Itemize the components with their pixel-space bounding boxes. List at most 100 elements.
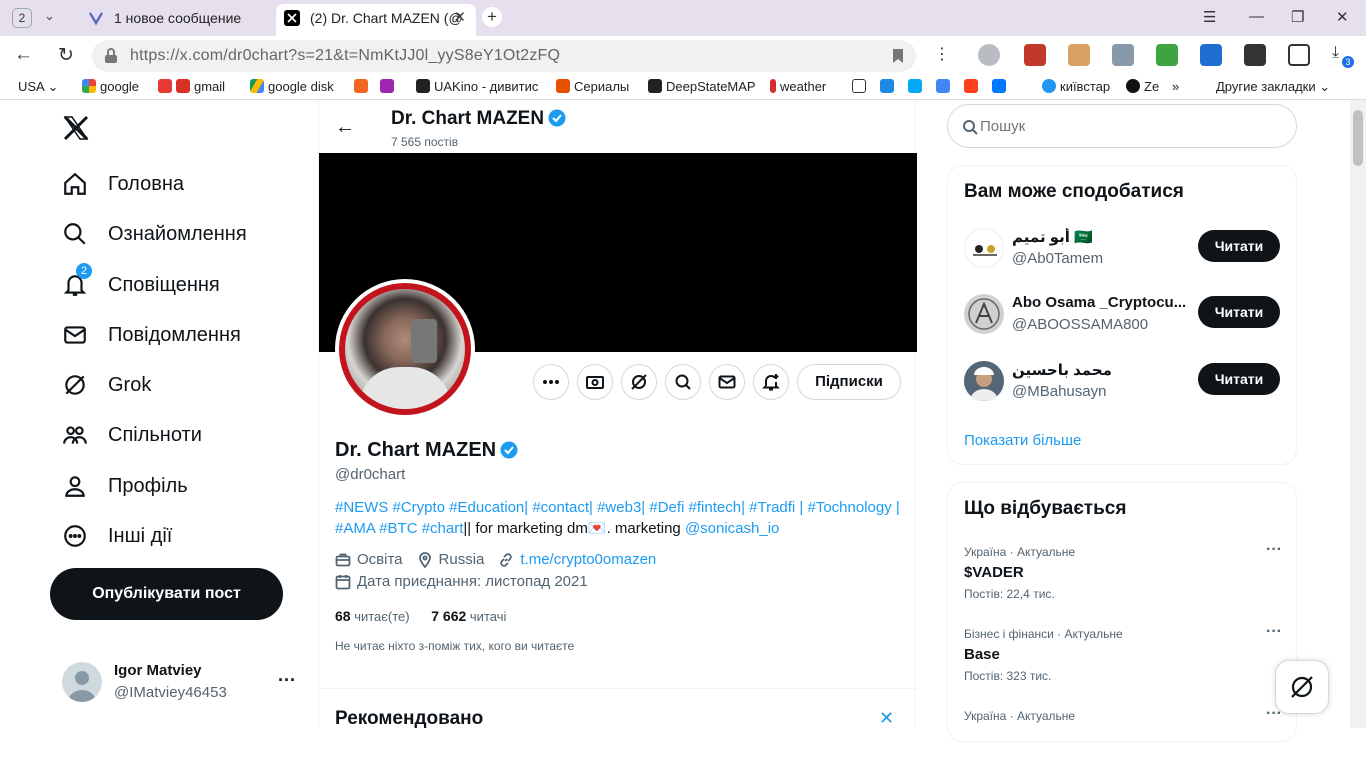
tab-count-button[interactable]: 2 [12,8,32,28]
tab-messages[interactable]: 1 новое сообщение [80,4,270,36]
vpn-extension-icon[interactable] [1200,44,1222,66]
suggestion-item[interactable]: Abo Osama _Cryptocu... @ABOOSSAMA800 Чит… [964,290,1282,338]
bio-hashtags[interactable]: #NEWS #Crypto #Education| #contact| #web… [335,499,900,516]
bookmark-other[interactable]: Другие закладки ⌄ [1216,79,1330,95]
ublock-extension-icon[interactable] [1024,44,1046,66]
back-arrow-icon[interactable]: ← [335,116,355,139]
bookmark-google[interactable]: google [82,79,139,94]
suggestion-name: Abo Osama _Cryptocu... [1012,294,1187,311]
serials-icon [556,79,570,93]
browser-nav-bar: ← ↻ https://x.com/dr0chart?s=21&t=NmKtJJ… [0,36,1366,76]
scrollbar-thumb[interactable] [1353,110,1363,166]
tab-close-icon[interactable]: ✕ [453,4,466,32]
bookmark-google-disk[interactable]: google disk [250,79,334,94]
trend-name: $VADER [964,564,1024,581]
youtube-icon [158,79,172,93]
bookmark-uakino[interactable]: UAKino - дивитис [416,79,538,94]
nav-more[interactable]: Інші дії [62,516,172,556]
puzzle-extension-icon[interactable] [1244,44,1266,66]
trend-item[interactable]: Бізнес і фінанси · Актуальне Base Постів… [964,623,1282,697]
close-icon[interactable]: ✕ [879,708,894,729]
message-button[interactable] [709,364,745,400]
search-icon [64,223,86,245]
bookmark-kyivstar[interactable]: київстар [1042,79,1110,94]
nav-messages[interactable]: Повідомлення [62,315,241,355]
tab-list-chevron-icon[interactable]: ⌄ [44,8,55,24]
nav-communities[interactable]: Спільноти [62,415,202,455]
followers-link[interactable]: 7 662 читачі [431,608,506,624]
bio-mention[interactable]: @sonicash_io [685,520,779,537]
bio-text: || for marketing dm💌. marketing [463,520,685,537]
x-logo-icon[interactable] [62,114,90,142]
cookie-extension-icon[interactable] [1068,44,1090,66]
account-switcher[interactable]: Igor Matviey @IMatviey46453 ··· [62,658,302,706]
trend-item[interactable]: Україна · Актуальне $VADER Постів: 22,4 … [964,541,1282,615]
bookmark-deepstate[interactable]: DeepStateMAP [648,79,756,94]
trend-more-icon[interactable]: ··· [1266,623,1282,641]
save-extension-icon[interactable] [1112,44,1134,66]
follow-button[interactable]: Читати [1198,363,1280,395]
subscribe-money-button[interactable] [577,364,613,400]
suggestion-item[interactable]: محمد باحسين @MBahusayn Читати [964,357,1282,405]
grok-floating-button[interactable] [1275,660,1329,714]
profile-main-column: ← Dr. Chart MAZEN 7 565 постів Підписки … [318,100,917,729]
bookmark-icon[interactable] [892,48,904,64]
page-scrollbar[interactable] [1350,100,1366,728]
profile-location: Russia [438,551,485,568]
trend-item[interactable]: Україна · Актуальне ··· [964,705,1282,779]
nav-grok[interactable]: Grok [62,365,151,405]
bookmark-serials[interactable]: Сериалы [556,79,629,94]
show-more-link[interactable]: Показати більше [964,432,1081,449]
page-menu-icon[interactable]: ⋮ [934,44,950,64]
nav-label: Профіль [108,474,188,497]
restore-icon[interactable]: ❐ [1291,8,1304,26]
minimize-icon[interactable]: — [1249,8,1264,25]
extensions-icon[interactable] [1288,44,1310,66]
profile-avatar[interactable] [335,279,475,419]
account-more-icon[interactable]: ··· [278,670,296,691]
more-options-button[interactable] [533,364,569,400]
profile-website-link[interactable]: t.me/crypto0omazen [520,551,656,568]
grok-button[interactable] [621,364,657,400]
nav-home[interactable]: Головна [62,164,184,204]
communities-icon [63,426,87,444]
reload-icon[interactable]: ↻ [58,44,74,67]
search-profile-button[interactable] [665,364,701,400]
notify-button[interactable] [753,364,789,400]
trend-category: Бізнес і фінанси · Актуальне [964,627,1123,641]
bookmark-weather[interactable]: weather [770,79,826,94]
bio-hashtags[interactable]: #AMA #BTC #chart [335,520,463,537]
bookmark-usa[interactable]: USA ⌄ [18,79,59,95]
globe-extension-icon[interactable] [978,44,1000,66]
nav-notifications[interactable]: 2 Сповіщення [62,263,220,305]
back-arrow-icon[interactable]: ← [14,44,33,66]
follow-button[interactable]: Читати [1198,230,1280,262]
suggestion-name: أبو تميم 🇸🇦 [1012,229,1093,246]
following-button[interactable]: Підписки [797,364,901,400]
grok-icon [631,374,647,390]
follow-button[interactable]: Читати [1198,296,1280,328]
thermometer-icon [770,79,776,93]
nav-explore[interactable]: Ознайомлення [62,214,247,254]
new-tab-button[interactable]: + [482,7,502,27]
downloads-icon[interactable]: ⤓ 3 [1332,44,1354,68]
close-window-icon[interactable]: ✕ [1336,8,1349,26]
profile-bio: #NEWS #Crypto #Education| #contact| #web… [335,497,905,539]
search-input[interactable] [980,115,1280,137]
search-box[interactable] [947,104,1297,148]
post-button[interactable]: Опублікувати пост [50,568,283,620]
bookmark-gmail[interactable]: gmail [158,79,225,94]
trend-more-icon[interactable]: ··· [1266,541,1282,559]
bookmarks-overflow[interactable]: » [1172,79,1179,94]
nav-profile[interactable]: Профіль [62,466,188,506]
download-extension-icon[interactable] [1156,44,1178,66]
menu-icon[interactable]: ☰ [1203,8,1216,26]
bookmark-ze[interactable]: Ze [1126,79,1159,94]
address-bar[interactable]: https://x.com/dr0chart?s=21&t=NmKtJJ0l_y… [92,40,916,72]
suggestion-item[interactable]: أبو تميم 🇸🇦 @Ab0Tamem Читати [964,224,1282,272]
following-link[interactable]: 68 читає(те) [335,608,410,624]
bookmark-extra-icons[interactable] [852,79,1010,94]
vk-icon [992,79,1006,93]
tab-x-profile[interactable]: (2) Dr. Chart MAZEN (@ ✕ [276,4,476,36]
bookmark-icons[interactable] [354,79,398,94]
